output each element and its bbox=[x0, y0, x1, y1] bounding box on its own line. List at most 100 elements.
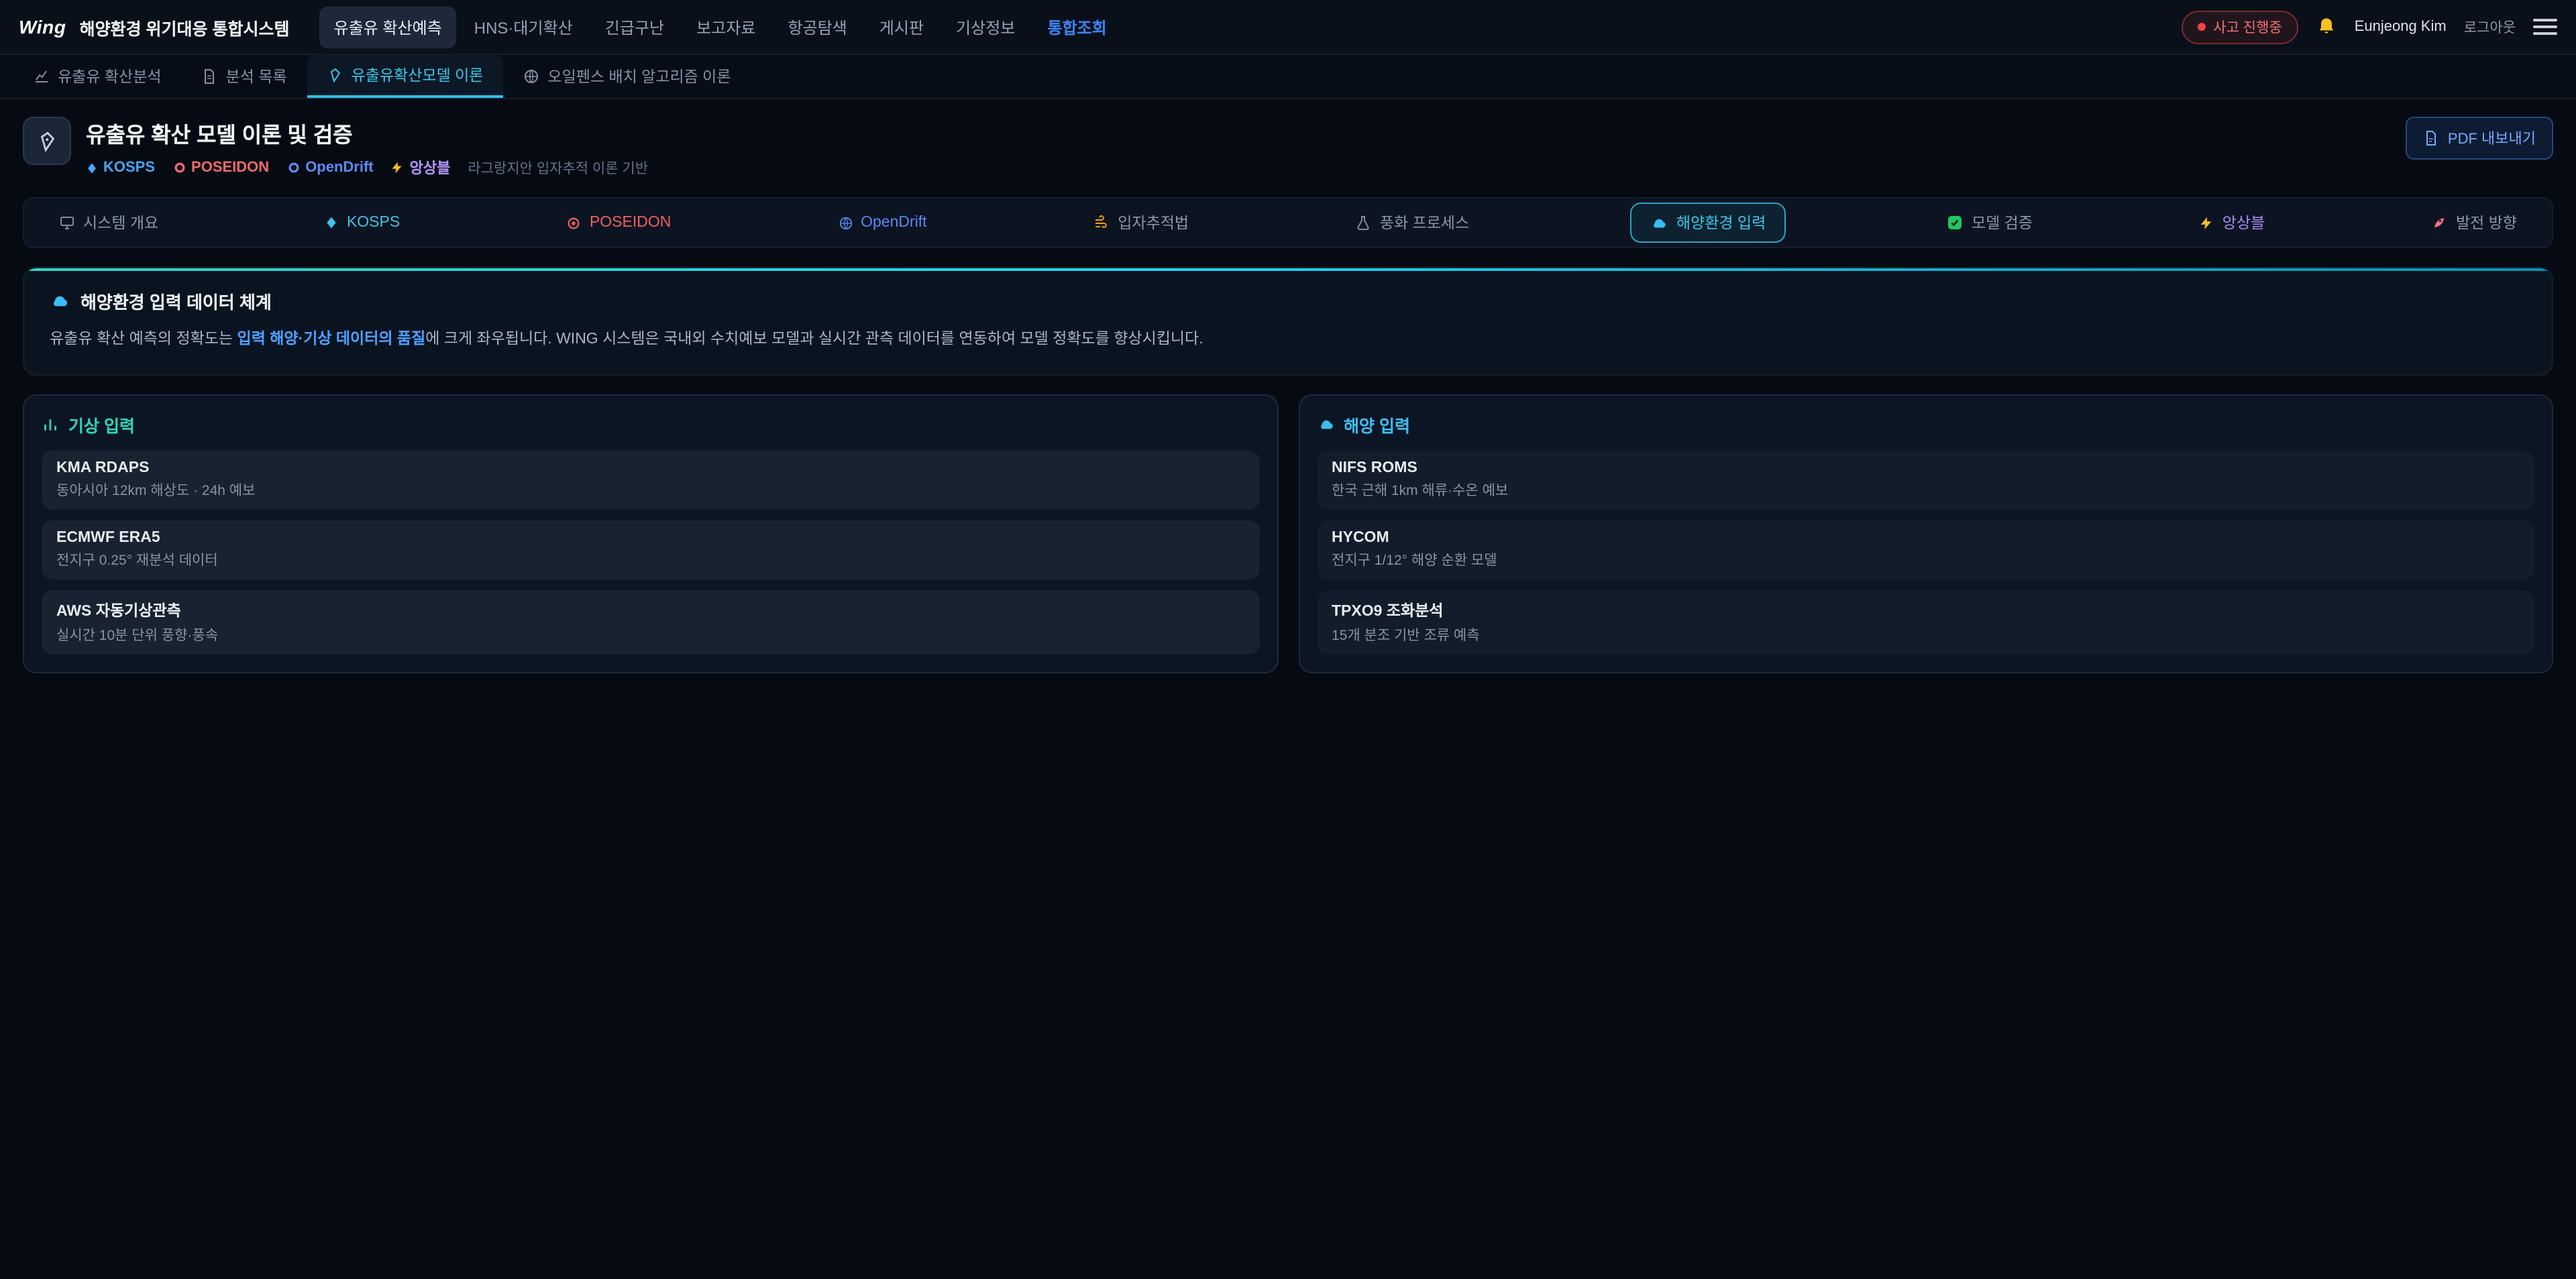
page-header-left: 유출유 확산 모델 이론 및 검증 KOSPS POSEIDON OpenDri… bbox=[23, 117, 648, 178]
wind-icon bbox=[1093, 215, 1110, 231]
list-item: ECMWF ERA5 전지구 0.25° 재분석 데이터 bbox=[42, 521, 1259, 580]
section-nav-roadmap[interactable]: 발전 방향 bbox=[2426, 204, 2522, 241]
weather-card-header: 기상 입력 bbox=[42, 412, 1259, 438]
nav-item-board[interactable]: 게시판 bbox=[865, 6, 938, 48]
pdf-icon bbox=[2424, 130, 2440, 146]
section-nav-model-validation[interactable]: 모델 검증 bbox=[1942, 204, 2038, 241]
badge-poseidon: POSEIDON bbox=[172, 160, 269, 176]
flask-icon bbox=[1356, 215, 1372, 231]
section-nav-ensemble[interactable]: 앙상블 bbox=[2194, 204, 2271, 241]
card-title: 기상 입력 bbox=[68, 412, 135, 438]
list-item: AWS 자동기상관측 실시간 10분 단위 풍향·풍속 bbox=[42, 591, 1259, 655]
dataset-desc: 전지구 1/12° 해양 순환 모델 bbox=[1332, 551, 2520, 571]
ocean-input-section: 해양환경 입력 데이터 체계 유출유 확산 예측의 정확도는 입력 해양·기상 … bbox=[23, 267, 2553, 376]
dataset-name: TPXO9 조화분석 bbox=[1332, 600, 2520, 622]
section-nav-particle-tracking[interactable]: 입자추적법 bbox=[1088, 204, 1194, 241]
navbar-left: Wing 해양환경 위기대응 통합시스템 유출유 확산예측 HNS·대기확산 긴… bbox=[19, 6, 1122, 48]
dataset-desc: 15개 분조 기반 조류 예측 bbox=[1332, 626, 2520, 646]
nav-item-emergency-rescue[interactable]: 긴급구난 bbox=[590, 6, 679, 48]
section-nav-weathering[interactable]: 풍화 프로세스 bbox=[1350, 204, 1474, 241]
section-title: 해양환경 입력 데이터 체계 bbox=[80, 288, 272, 314]
tab-label: 오일펜스 배치 알고리즘 이론 bbox=[547, 66, 731, 87]
bar-chart-icon bbox=[42, 416, 59, 434]
page-subtitle: 라그랑지안 입자추적 이론 기반 bbox=[468, 158, 648, 178]
sub-tabbar: 유출유 확산분석 분석 목록 유출유확산모델 이론 오일펜스 배치 알고리즘 이… bbox=[0, 55, 2576, 99]
cloud-icon bbox=[1651, 214, 1668, 231]
ring-icon bbox=[172, 161, 186, 174]
dataset-desc: 전지구 0.25° 재분석 데이터 bbox=[56, 551, 1244, 571]
dataset-name: AWS 자동기상관측 bbox=[56, 600, 1244, 622]
bolt-icon bbox=[391, 161, 405, 174]
globe-icon bbox=[838, 215, 853, 230]
list-item: TPXO9 조화분석 15개 분조 기반 조류 예측 bbox=[1317, 591, 2534, 655]
section-nav-opendrift[interactable]: OpenDrift bbox=[833, 207, 932, 239]
check-icon bbox=[1947, 215, 1964, 231]
navbar-right: 사고 진행중 Eunjeong Kim 로그아웃 bbox=[2181, 10, 2557, 44]
dataset-name: NIFS ROMS bbox=[1332, 461, 2520, 477]
monitor-icon bbox=[59, 215, 75, 231]
tab-spill-model-theory[interactable]: 유출유확산모델 이론 bbox=[307, 55, 504, 98]
chart-icon bbox=[34, 68, 50, 85]
paragraph-highlight: 입력 해양·기상 데이터의 품질 bbox=[237, 331, 426, 347]
page-header: 유출유 확산 모델 이론 및 검증 KOSPS POSEIDON OpenDri… bbox=[0, 99, 2576, 194]
logout-button[interactable]: 로그아웃 bbox=[2464, 17, 2516, 37]
nav-item-aerial-search[interactable]: 항공탐색 bbox=[773, 6, 861, 48]
incident-status-label: 사고 진행중 bbox=[2213, 17, 2282, 37]
main-nav: 유출유 확산예측 HNS·대기확산 긴급구난 보고자료 항공탐색 게시판 기상정… bbox=[319, 6, 1122, 48]
dataset-desc: 한국 근해 1km 해류·수온 예보 bbox=[1332, 481, 2520, 501]
page-title: 유출유 확산 모델 이론 및 검증 bbox=[86, 117, 648, 149]
section-nav-system-overview[interactable]: 시스템 개요 bbox=[54, 204, 164, 241]
badge-opendrift: OpenDrift bbox=[286, 160, 373, 176]
page-header-text: 유출유 확산 모델 이론 및 검증 KOSPS POSEIDON OpenDri… bbox=[86, 117, 648, 178]
bell-icon[interactable] bbox=[2316, 16, 2337, 38]
dataset-name: ECMWF ERA5 bbox=[56, 531, 1244, 547]
weather-input-card: 기상 입력 KMA RDAPS 동아시아 12km 해상도 · 24h 예보 E… bbox=[23, 395, 1278, 674]
nav-item-weather-info[interactable]: 기상정보 bbox=[941, 6, 1030, 48]
top-navbar: Wing 해양환경 위기대응 통합시스템 유출유 확산예측 HNS·대기확산 긴… bbox=[0, 0, 2576, 55]
tab-label: 분석 목록 bbox=[226, 66, 287, 87]
section-nav: 시스템 개요 KOSPS POSEIDON OpenDrift 입자추적법 풍화… bbox=[23, 197, 2553, 248]
tab-analysis-list[interactable]: 분석 목록 bbox=[182, 55, 307, 98]
badge-kosps: KOSPS bbox=[86, 160, 155, 176]
list-item: NIFS ROMS 한국 근해 1km 해류·수온 예보 bbox=[1317, 451, 2534, 510]
diamond-icon bbox=[86, 162, 98, 174]
section-nav-ocean-input[interactable]: 해양환경 입력 bbox=[1631, 203, 1786, 243]
incident-status-badge[interactable]: 사고 진행중 bbox=[2181, 10, 2298, 44]
list-item: KMA RDAPS 동아시아 12km 해상도 · 24h 예보 bbox=[42, 451, 1259, 510]
nav-item-reports[interactable]: 보고자료 bbox=[682, 6, 770, 48]
pen-nib-icon bbox=[327, 67, 343, 83]
list-item: HYCOM 전지구 1/12° 해양 순환 모델 bbox=[1317, 521, 2534, 580]
nav-item-hns-air-dispersion[interactable]: HNS·대기확산 bbox=[460, 6, 588, 48]
logo[interactable]: Wing bbox=[19, 16, 66, 38]
page-meta: KOSPS POSEIDON OpenDrift 앙상블 라그랑지안 입자추 bbox=[86, 157, 648, 178]
data-cards-row: 기상 입력 KMA RDAPS 동아시아 12km 해상도 · 24h 예보 E… bbox=[23, 395, 2553, 674]
ocean-input-card: 해양 입력 NIFS ROMS 한국 근해 1km 해류·수온 예보 HYCOM… bbox=[1298, 395, 2553, 674]
rocket-icon bbox=[2432, 215, 2448, 231]
app-root: Wing 해양환경 위기대응 통합시스템 유출유 확산예측 HNS·대기확산 긴… bbox=[0, 0, 2576, 1279]
tab-oil-fence-algorithm[interactable]: 오일펜스 배치 알고리즘 이론 bbox=[503, 55, 751, 98]
system-title: 해양환경 위기대응 통합시스템 bbox=[80, 14, 290, 40]
cloud-icon bbox=[1317, 416, 1334, 434]
card-title: 해양 입력 bbox=[1344, 412, 1410, 438]
section-nav-poseidon[interactable]: POSEIDON bbox=[561, 207, 676, 239]
user-name: Eunjeong Kim bbox=[2355, 19, 2447, 35]
dataset-name: HYCOM bbox=[1332, 531, 2520, 547]
hamburger-menu-icon[interactable] bbox=[2533, 13, 2557, 40]
paragraph-text: 에 크게 좌우됩니다. WING 시스템은 국내외 수치예보 모델과 실시간 관… bbox=[425, 331, 1203, 347]
paragraph-text: 유출유 확산 예측의 정확도는 bbox=[50, 331, 237, 347]
globe-icon bbox=[523, 68, 539, 85]
section-nav-kosps[interactable]: KOSPS bbox=[320, 207, 405, 239]
ring-icon bbox=[286, 161, 300, 174]
dataset-desc: 실시간 10분 단위 풍향·풍속 bbox=[56, 626, 1244, 646]
screenshot-stage: Wing 해양환경 위기대응 통합시스템 유출유 확산예측 HNS·대기확산 긴… bbox=[0, 0, 2576, 1279]
dataset-name: KMA RDAPS bbox=[56, 461, 1244, 477]
tab-spill-analysis[interactable]: 유출유 확산분석 bbox=[13, 55, 182, 98]
tab-label: 유출유 확산분석 bbox=[58, 66, 162, 87]
tab-label: 유출유확산모델 이론 bbox=[352, 64, 484, 86]
nav-item-oil-spill-prediction[interactable]: 유출유 확산예측 bbox=[319, 6, 457, 48]
pdf-export-label: PDF 내보내기 bbox=[2448, 127, 2536, 149]
nav-item-integrated-search[interactable]: 통합조회 bbox=[1032, 6, 1121, 48]
badge-ensemble: 앙상블 bbox=[391, 157, 451, 178]
red-dot-icon bbox=[2197, 23, 2205, 31]
pdf-export-button[interactable]: PDF 내보내기 bbox=[2406, 117, 2553, 160]
